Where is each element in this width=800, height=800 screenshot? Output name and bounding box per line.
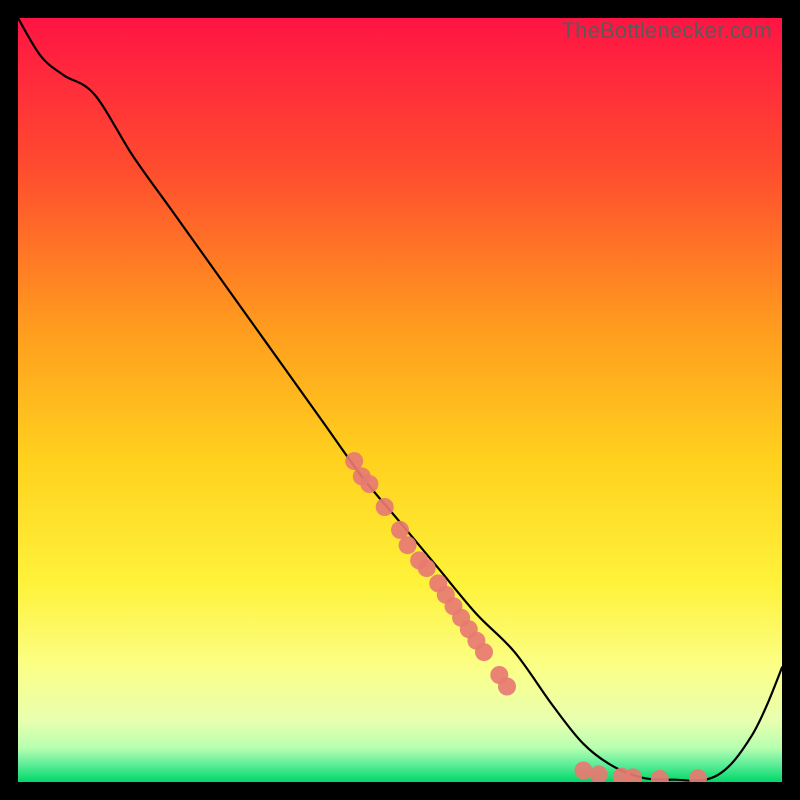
scatter-point <box>574 762 592 780</box>
figure-frame: TheBottlenecker.com <box>0 0 800 800</box>
chart-svg <box>18 18 782 782</box>
scatter-point <box>399 536 417 554</box>
scatter-point <box>345 452 363 470</box>
plot-area: TheBottlenecker.com <box>18 18 782 782</box>
scatter-point <box>391 521 409 539</box>
gradient-background <box>18 18 782 782</box>
watermark-text: TheBottlenecker.com <box>562 18 772 44</box>
scatter-point <box>376 498 394 516</box>
scatter-point <box>360 475 378 493</box>
scatter-point <box>498 678 516 696</box>
scatter-point <box>418 559 436 577</box>
scatter-point <box>475 643 493 661</box>
